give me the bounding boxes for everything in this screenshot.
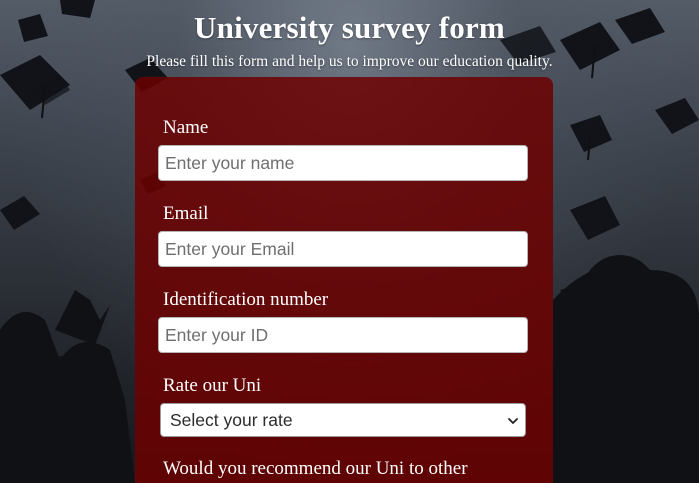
- name-input[interactable]: [158, 145, 528, 181]
- rate-label: Rate our Uni: [163, 375, 262, 396]
- id-input[interactable]: [158, 317, 528, 353]
- recommend-label: Would you recommend our Uni to other: [163, 458, 468, 479]
- page-title: University survey form: [194, 10, 505, 45]
- rate-select[interactable]: Select your rate: [160, 403, 526, 437]
- rate-select-value: Select your rate: [170, 410, 293, 430]
- chevron-down-icon: [508, 418, 518, 424]
- page-subtitle: Please fill this form and help us to imp…: [146, 53, 553, 70]
- name-label: Name: [163, 117, 209, 138]
- email-label: Email: [163, 203, 209, 224]
- email-input[interactable]: [158, 231, 528, 267]
- id-label: Identification number: [163, 289, 329, 310]
- page-header: University survey form Please fill this …: [0, 0, 699, 71]
- survey-form: Name Email Identification number Rate ou…: [135, 77, 553, 483]
